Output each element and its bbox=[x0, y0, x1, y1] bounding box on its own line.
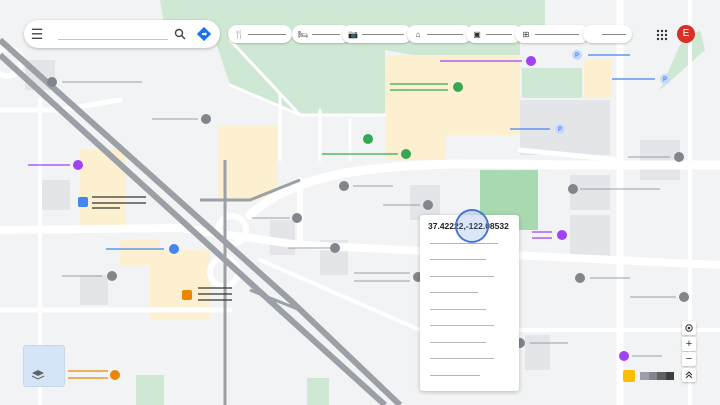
park-area bbox=[307, 378, 329, 405]
chip-transit[interactable]: ▣ bbox=[466, 25, 522, 43]
bank-icon[interactable] bbox=[169, 244, 179, 254]
museum-icon: ⌂ bbox=[415, 29, 421, 39]
shopping-icon[interactable] bbox=[526, 56, 536, 66]
building bbox=[385, 135, 445, 160]
park-green-icon[interactable] bbox=[363, 134, 373, 144]
shopping-icon[interactable] bbox=[73, 160, 83, 170]
card-line bbox=[430, 342, 486, 343]
card-line bbox=[430, 325, 494, 326]
zoom-in-button[interactable]: + bbox=[682, 337, 696, 351]
place-gray-icon[interactable] bbox=[330, 243, 340, 253]
card-line bbox=[430, 375, 480, 376]
card-line bbox=[430, 243, 498, 244]
zoom-out-button[interactable]: − bbox=[682, 352, 696, 366]
card-line bbox=[430, 292, 478, 293]
building bbox=[218, 125, 278, 200]
card-line bbox=[430, 276, 494, 277]
svg-text:P: P bbox=[663, 77, 667, 83]
directions-icon[interactable] bbox=[192, 20, 216, 48]
card-line bbox=[430, 259, 486, 260]
my-location-icon[interactable] bbox=[682, 321, 696, 335]
place-gray-icon[interactable] bbox=[201, 114, 211, 124]
layers-icon bbox=[31, 370, 45, 380]
bank-icon[interactable] bbox=[78, 197, 88, 207]
shopping-icon[interactable] bbox=[619, 351, 629, 361]
place-gray-icon[interactable] bbox=[292, 213, 302, 223]
account-avatar[interactable]: E bbox=[677, 25, 695, 43]
restaurant-icon[interactable] bbox=[110, 370, 120, 380]
chip-pharmacies[interactable]: ⊞ bbox=[515, 25, 589, 43]
coordinates-text[interactable]: 37.42222,-122.08532 bbox=[428, 221, 509, 231]
map-canvas[interactable]: P P P bbox=[0, 0, 720, 405]
magnifier-icon[interactable] bbox=[168, 20, 192, 48]
pharmacy-icon: ⊞ bbox=[522, 29, 530, 39]
hotel-icon: 🛏 bbox=[297, 29, 309, 39]
place-gray-icon[interactable] bbox=[568, 184, 578, 194]
place-gray-icon[interactable] bbox=[339, 181, 349, 191]
map-type-selector[interactable] bbox=[640, 372, 674, 380]
place-gray-icon[interactable] bbox=[47, 77, 57, 87]
chip-more[interactable] bbox=[583, 25, 632, 43]
park-green-icon[interactable] bbox=[453, 82, 463, 92]
place-gray-icon[interactable] bbox=[674, 152, 684, 162]
coordinate-card: 37.42222,-122.08532 bbox=[420, 215, 519, 391]
building bbox=[385, 55, 520, 135]
place-gray-icon[interactable] bbox=[679, 292, 689, 302]
chip-restaurants[interactable]: 🍴 bbox=[228, 25, 292, 43]
svg-text:P: P bbox=[558, 127, 562, 133]
apps-grid-icon[interactable] bbox=[652, 26, 672, 44]
park-area bbox=[522, 68, 582, 98]
building bbox=[584, 60, 612, 98]
park-area bbox=[136, 375, 164, 405]
pegman-icon[interactable] bbox=[623, 370, 635, 382]
chip-attractions[interactable]: 📷 bbox=[342, 25, 412, 43]
park-green-icon[interactable] bbox=[401, 149, 411, 159]
layers-button[interactable] bbox=[23, 345, 65, 387]
search-input[interactable] bbox=[58, 28, 168, 40]
place-gray-icon[interactable] bbox=[575, 273, 585, 283]
place-gray-icon[interactable] bbox=[107, 271, 117, 281]
card-line bbox=[430, 358, 494, 359]
transit-icon: ▣ bbox=[473, 29, 481, 39]
expand-icon[interactable] bbox=[682, 368, 696, 382]
building bbox=[120, 240, 160, 265]
search-box[interactable]: ☰ bbox=[24, 20, 220, 48]
more-icon bbox=[589, 29, 598, 39]
hamburger-menu-icon[interactable]: ☰ bbox=[24, 20, 50, 48]
card-line bbox=[430, 309, 486, 310]
camera-icon: 📷 bbox=[348, 29, 358, 39]
restaurant-icon: 🍴 bbox=[234, 29, 244, 39]
svg-text:P: P bbox=[575, 53, 579, 59]
restaurant-icon[interactable] bbox=[182, 290, 192, 300]
shopping-icon[interactable] bbox=[557, 230, 567, 240]
place-gray-icon[interactable] bbox=[423, 200, 433, 210]
chip-museums[interactable]: ⌂ bbox=[407, 25, 472, 43]
